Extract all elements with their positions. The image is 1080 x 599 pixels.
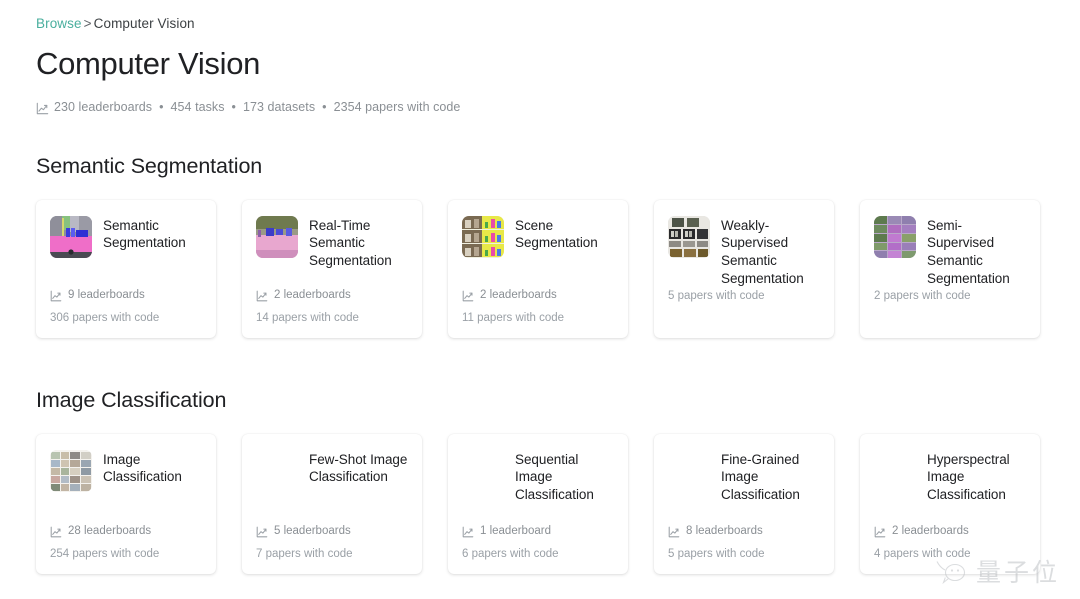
road-scene-segmentation-thumbnail <box>256 215 298 258</box>
papers-count: 4 papers with code <box>874 547 971 560</box>
task-card-image-classification[interactable]: Image Classification 28 leaderboards 254… <box>36 433 216 574</box>
chart-line-icon <box>256 290 268 302</box>
street-scene-segmentation-thumbnail <box>50 215 92 258</box>
card-meta: 2 papers with code <box>874 290 1026 324</box>
stats-papers: 2354 papers with code <box>333 99 461 114</box>
leaderboards-count: 1 leaderboard <box>480 524 551 537</box>
card-header: Fine-Grained Image Classification <box>668 450 820 504</box>
card-meta: 2 leaderboards 11 papers with code <box>462 289 614 324</box>
card-meta: 2 leaderboards 4 papers with code <box>874 525 1026 560</box>
breadcrumb-link-browse[interactable]: Browse <box>36 16 82 31</box>
card-title: Few-Shot Image Classification <box>309 451 408 485</box>
task-card-real-time-semantic-segmentation[interactable]: Real-Time Semantic Segmentation 2 leader… <box>242 199 422 338</box>
card-header: Hyperspectral Image Classification <box>874 450 1026 504</box>
card-title: Semantic Segmentation <box>103 217 186 251</box>
browse-page: Browse > Computer Vision Computer Vision 2… <box>0 0 1080 599</box>
task-card-few-shot-image-classification[interactable]: Few-Shot Image Classification 5 leaderbo… <box>242 433 422 574</box>
stats-datasets: 173 datasets <box>242 99 316 114</box>
chart-line-icon <box>50 290 62 302</box>
breadcrumb: Browse > Computer Vision <box>36 0 1044 31</box>
stats-leaderboards: 230 leaderboards <box>54 99 153 114</box>
card-header: Semi-Supervised Semantic Segmentation <box>874 215 1026 288</box>
card-header: Image Classification <box>50 449 202 504</box>
card-meta: 9 leaderboards 306 papers with code <box>50 289 202 324</box>
page-title: Computer Vision <box>36 46 261 81</box>
chart-line-icon <box>668 526 680 538</box>
task-card-hyperspectral-image-classification[interactable]: Hyperspectral Image Classification 2 lea… <box>860 433 1040 574</box>
leaderboards-count: 9 leaderboards <box>68 288 145 301</box>
breadcrumb-separator: > <box>83 16 92 31</box>
purple-segmentation-grid-thumbnail <box>874 215 916 258</box>
scene-grid-barchart-thumbnail <box>462 215 504 258</box>
section-title-semantic-segmentation: Semantic Segmentation <box>36 153 263 178</box>
papers-count: 2 papers with code <box>874 289 971 302</box>
card-header: Real-Time Semantic Segmentation <box>256 215 408 270</box>
card-title: Fine-Grained Image Classification <box>721 451 800 503</box>
chart-line-icon <box>36 102 49 115</box>
papers-count: 254 papers with code <box>50 547 160 560</box>
chart-line-icon <box>462 290 474 302</box>
stats-separator-2: • <box>231 99 236 114</box>
leaderboards-line: 2 leaderboards <box>462 289 614 301</box>
leaderboards-count: 2 leaderboards <box>892 524 969 537</box>
dark-image-grid-thumbnail <box>668 215 710 258</box>
chart-line-icon <box>50 526 62 538</box>
card-header: Sequential Image Classification <box>462 450 614 504</box>
card-row-semantic-segmentation: Semantic Segmentation 9 leaderboards 306… <box>36 199 1044 338</box>
task-card-scene-segmentation[interactable]: Scene Segmentation 2 leaderboards 11 pap… <box>448 199 628 338</box>
task-card-weakly-supervised-semantic-segmentation[interactable]: Weakly-Supervised Semantic Segmentation … <box>654 199 834 338</box>
leaderboards-line: 8 leaderboards <box>668 525 820 537</box>
leaderboards-count: 2 leaderboards <box>480 288 557 301</box>
card-meta: 2 leaderboards 14 papers with code <box>256 289 408 324</box>
chart-line-icon <box>256 526 268 538</box>
leaderboards-count: 2 leaderboards <box>274 288 351 301</box>
leaderboards-count: 28 leaderboards <box>68 524 152 537</box>
papers-count: 306 papers with code <box>50 311 160 324</box>
papers-count: 11 papers with code <box>462 311 565 324</box>
task-card-sequential-image-classification[interactable]: Sequential Image Classification 1 leader… <box>448 433 628 574</box>
papers-count: 14 papers with code <box>256 311 359 324</box>
card-row-image-classification: Image Classification 28 leaderboards 254… <box>36 433 1044 574</box>
card-title: Real-Time Semantic Segmentation <box>309 217 392 269</box>
leaderboards-count: 5 leaderboards <box>274 524 351 537</box>
papers-count: 5 papers with code <box>668 547 765 560</box>
section-title-image-classification: Image Classification <box>36 387 227 412</box>
breadcrumb-current: Computer Vision <box>93 16 195 31</box>
card-header: Semantic Segmentation <box>50 215 202 270</box>
papers-count: 6 papers with code <box>462 547 559 560</box>
papers-count: 5 papers with code <box>668 289 765 302</box>
leaderboards-line: 28 leaderboards <box>50 525 202 537</box>
chart-line-icon <box>874 526 886 538</box>
leaderboards-line: 1 leaderboard <box>462 525 614 537</box>
leaderboards-line: 9 leaderboards <box>50 289 202 301</box>
leaderboards-line: 2 leaderboards <box>874 525 1026 537</box>
card-title: Image Classification <box>103 451 182 485</box>
card-title: Weakly-Supervised Semantic Segmentation <box>721 217 804 287</box>
leaderboards-count: 8 leaderboards <box>686 524 763 537</box>
task-card-semantic-segmentation[interactable]: Semantic Segmentation 9 leaderboards 306… <box>36 199 216 338</box>
card-header: Scene Segmentation <box>462 215 614 270</box>
chart-line-icon <box>462 526 474 538</box>
photo-montage-grid-thumbnail <box>50 449 92 492</box>
stats-separator-3: • <box>322 99 327 114</box>
card-title: Hyperspectral Image Classification <box>927 451 1010 503</box>
task-card-fine-grained-image-classification[interactable]: Fine-Grained Image Classification 8 lead… <box>654 433 834 574</box>
card-meta: 5 leaderboards 7 papers with code <box>256 525 408 560</box>
stats-tasks: 454 tasks <box>170 99 225 114</box>
papers-count: 7 papers with code <box>256 547 353 560</box>
page-stats: 230 leaderboards • 454 tasks • 173 datas… <box>36 99 1044 115</box>
leaderboards-line: 2 leaderboards <box>256 289 408 301</box>
card-title: Semi-Supervised Semantic Segmentation <box>927 217 1010 287</box>
leaderboards-line: 5 leaderboards <box>256 525 408 537</box>
card-meta: 28 leaderboards 254 papers with code <box>50 525 202 560</box>
card-header: Weakly-Supervised Semantic Segmentation <box>668 215 820 288</box>
card-title: Scene Segmentation <box>515 217 598 251</box>
card-meta: 8 leaderboards 5 papers with code <box>668 525 820 560</box>
card-meta: 5 papers with code <box>668 290 820 324</box>
card-meta: 1 leaderboard 6 papers with code <box>462 525 614 560</box>
card-header: Few-Shot Image Classification <box>256 450 408 504</box>
stats-separator-1: • <box>159 99 164 114</box>
card-title: Sequential Image Classification <box>515 451 594 503</box>
task-card-semi-supervised-semantic-segmentation[interactable]: Semi-Supervised Semantic Segmentation 2 … <box>860 199 1040 338</box>
